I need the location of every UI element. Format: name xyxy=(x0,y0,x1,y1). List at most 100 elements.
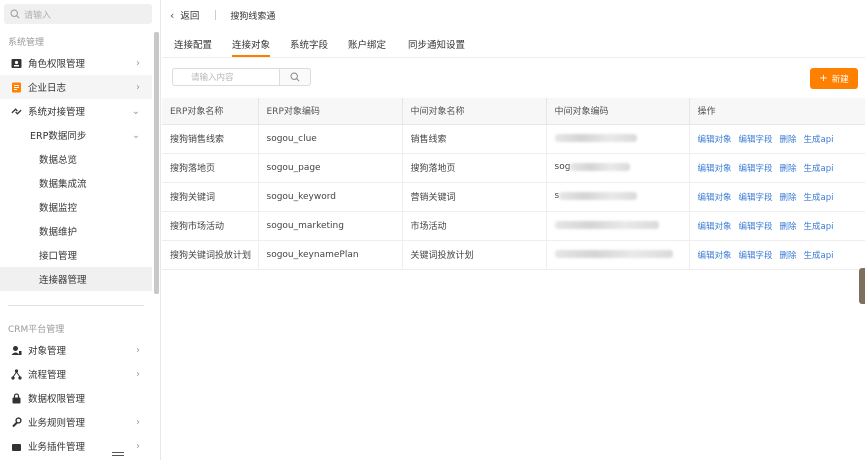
redacted-code xyxy=(554,250,673,259)
delete-link[interactable]: 删除 xyxy=(780,251,797,261)
tab-connection-config[interactable]: 连接配置 xyxy=(174,37,212,57)
sidebar-item-data-monitor[interactable]: 数据监控 xyxy=(0,195,152,219)
sidebar-item-data-maintenance[interactable]: 数据维护 xyxy=(0,219,152,243)
mid-code-prefix: sog xyxy=(554,162,571,173)
column-header: 中间对象名称 xyxy=(402,98,547,125)
back-label: 返回 xyxy=(180,11,200,22)
sidebar-item-object-management[interactable]: 对象管理 › xyxy=(0,338,152,362)
mid-object-name: 营销关键词 xyxy=(402,182,547,212)
edit-object-link[interactable]: 编辑对象 xyxy=(698,222,732,232)
sidebar-item-flow-management[interactable]: 流程管理 › xyxy=(0,362,152,386)
erp-object-code: sogou_keynamePlan xyxy=(258,240,403,270)
sidebar-item-label: 数据总览 xyxy=(39,155,78,166)
generate-api-link[interactable]: 生成api xyxy=(804,164,834,174)
tab-sync-notification[interactable]: 同步通知设置 xyxy=(408,37,465,57)
redacted-code xyxy=(570,163,631,172)
edit-object-link[interactable]: 编辑对象 xyxy=(698,135,732,145)
mid-object-name: 销售线索 xyxy=(402,124,547,154)
collapse-menu-icon[interactable] xyxy=(112,452,124,458)
erp-object-name: 搜狗关键词 xyxy=(162,182,259,212)
tab-account-binding[interactable]: 账户绑定 xyxy=(348,37,386,57)
search-button[interactable] xyxy=(279,68,311,86)
new-button[interactable]: + 新建 xyxy=(810,68,858,89)
delete-link[interactable]: 删除 xyxy=(780,164,797,174)
main-content: ‹ 返回 搜狗线索通 连接配置 连接对象 系统字段 账户绑定 同步通知设置 请输… xyxy=(162,0,865,460)
divider xyxy=(215,10,217,20)
delete-link[interactable]: 删除 xyxy=(780,135,797,145)
wrench-icon xyxy=(11,416,22,428)
sidebar-item-role-permission[interactable]: 角色权限管理 › xyxy=(0,51,152,75)
sidebar-item-connector-management[interactable]: 连接器管理 xyxy=(0,267,152,291)
erp-object-code: sogou_marketing xyxy=(258,211,403,241)
chevron-right-icon: › xyxy=(136,344,140,356)
edit-fields-link[interactable]: 编辑字段 xyxy=(739,193,773,203)
edit-fields-link[interactable]: 编辑字段 xyxy=(739,222,773,232)
edit-object-link[interactable]: 编辑对象 xyxy=(698,164,732,174)
mid-object-code xyxy=(546,240,690,270)
table-row: 搜狗销售线索 sogou_clue 销售线索 编辑对象 编辑字段 删除 生成api xyxy=(162,124,865,154)
object-table: ERP对象名称 ERP对象编码 中间对象名称 中间对象编码 操作 搜狗销售线索 … xyxy=(162,98,865,270)
mid-object-name: 搜狗落地页 xyxy=(402,153,547,183)
column-header: 中间对象编码 xyxy=(546,98,690,125)
sidebar-item-label: ERP数据同步 xyxy=(30,131,87,142)
mid-object-code xyxy=(546,124,690,154)
delete-link[interactable]: 删除 xyxy=(780,222,797,232)
sidebar-item-interface-management[interactable]: 接口管理 xyxy=(0,243,152,267)
edit-object-link[interactable]: 编辑对象 xyxy=(698,251,732,261)
erp-object-name: 搜狗落地页 xyxy=(162,153,259,183)
edit-fields-link[interactable]: 编辑字段 xyxy=(739,164,773,174)
sidebar-search[interactable]: 请输入 xyxy=(4,4,152,24)
sidebar-item-label: 连接器管理 xyxy=(39,275,87,286)
sidebar-item-data-overview[interactable]: 数据总览 xyxy=(0,147,152,171)
new-button-label: 新建 xyxy=(831,74,849,85)
erp-object-code: sogou_page xyxy=(258,153,403,183)
actions-cell: 编辑对象 编辑字段 删除 生成api xyxy=(689,124,865,154)
flow-icon xyxy=(11,368,22,380)
erp-object-name: 搜狗市场活动 xyxy=(162,211,259,241)
generate-api-link[interactable]: 生成api xyxy=(804,193,834,203)
generate-api-link[interactable]: 生成api xyxy=(804,222,834,232)
sidebar-item-label: 数据监控 xyxy=(39,203,78,214)
side-panel-handle[interactable] xyxy=(859,268,865,304)
redacted-code xyxy=(554,221,659,230)
erp-object-name: 搜狗关键词投放计划 xyxy=(162,240,259,270)
mid-object-name: 市场活动 xyxy=(402,211,547,241)
user-card-icon xyxy=(11,58,22,69)
redacted-code xyxy=(554,134,637,143)
mid-object-name: 关键词投放计划 xyxy=(402,240,547,270)
sidebar-item-business-plugin[interactable]: 业务插件管理 › xyxy=(0,434,152,458)
sidebar-item-data-permission[interactable]: 数据权限管理 xyxy=(0,386,152,410)
edit-fields-link[interactable]: 编辑字段 xyxy=(739,135,773,145)
sidebar-item-integration-flow[interactable]: 数据集成流 xyxy=(0,171,152,195)
sidebar-item-enterprise-log[interactable]: 企业日志 › xyxy=(0,75,152,99)
generate-api-link[interactable]: 生成api xyxy=(804,135,834,145)
table-row: 搜狗关键词 sogou_keyword 营销关键词 s 编辑对象 编辑字段 删除 生成… xyxy=(162,182,865,212)
chevron-right-icon: › xyxy=(136,81,140,93)
mid-object-code: sog xyxy=(546,153,690,183)
plugin-icon xyxy=(11,441,22,452)
sidebar-item-label: 业务规则管理 xyxy=(28,418,86,429)
edit-object-link[interactable]: 编辑对象 xyxy=(698,193,732,203)
delete-link[interactable]: 删除 xyxy=(780,193,797,203)
sidebar-search-placeholder: 请输入 xyxy=(24,10,52,21)
sidebar-item-system-integration[interactable]: 系统对接管理 ⌄ xyxy=(0,99,152,123)
generate-api-link[interactable]: 生成api xyxy=(804,251,834,261)
column-header: 操作 xyxy=(689,98,865,125)
actions-cell: 编辑对象 编辑字段 删除 生成api xyxy=(689,211,865,241)
edit-fields-link[interactable]: 编辑字段 xyxy=(739,251,773,261)
sidebar-item-business-rules[interactable]: 业务规则管理 › xyxy=(0,410,152,434)
topbar: ‹ 返回 搜狗线索通 xyxy=(162,0,865,30)
sidebar-scrollbar[interactable] xyxy=(154,32,159,294)
sidebar-item-label: 数据集成流 xyxy=(39,179,87,190)
chevron-down-icon: ⌄ xyxy=(131,105,140,117)
back-button[interactable]: ‹ 返回 xyxy=(170,8,200,23)
tab-system-fields[interactable]: 系统字段 xyxy=(290,37,328,57)
sidebar-item-label: 数据维护 xyxy=(39,227,78,238)
link-icon xyxy=(11,106,22,117)
erp-object-code: sogou_clue xyxy=(258,124,403,154)
column-header: ERP对象名称 xyxy=(162,98,259,125)
sidebar-item-erp-sync[interactable]: ERP数据同步 ⌄ xyxy=(0,123,152,147)
tab-connection-object[interactable]: 连接对象 xyxy=(232,37,271,57)
sidebar-item-label: 接口管理 xyxy=(39,251,78,262)
sidebar-item-label: 企业日志 xyxy=(28,83,67,94)
